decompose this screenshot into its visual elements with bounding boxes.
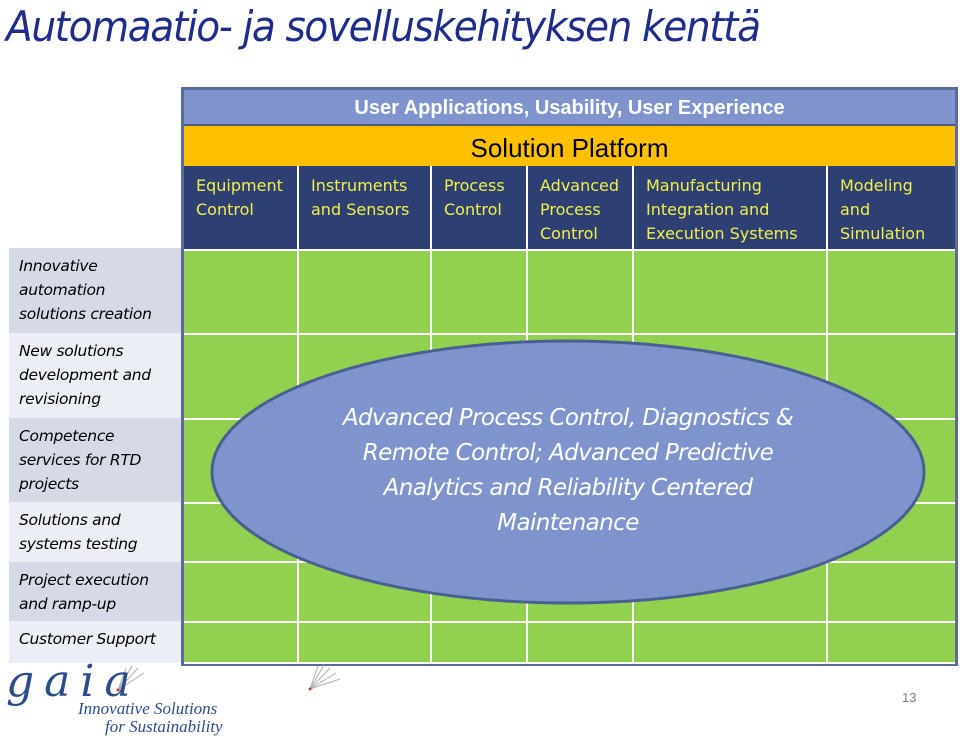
logo-tagline-line: Innovative Solutions (78, 699, 218, 718)
solution-platform-band: Solution Platform (184, 124, 955, 166)
column-header-line: and (840, 200, 871, 219)
column-header-line: Advanced (540, 176, 620, 195)
column-header-equipment-control: Equipment Control (184, 166, 299, 251)
column-header-line: Process (540, 200, 601, 219)
row-label-line: services for RTD (19, 451, 142, 469)
row-label-line: Customer Support (19, 630, 156, 648)
focus-area-ellipse: Advanced Process Control, Diagnostics & … (209, 339, 927, 605)
column-header-line: Equipment (196, 176, 283, 195)
column-header-line: Instruments (311, 176, 408, 195)
row-label-line: development and (19, 366, 151, 384)
row-label-line: and ramp-up (19, 595, 116, 613)
column-header-line: Integration and (646, 200, 770, 219)
logo-tagline-line: for Sustainability (105, 717, 223, 736)
column-header-advanced-process-control: Advanced Process Control (528, 166, 634, 251)
row-label-competence-services: Competence services for RTD projects (9, 418, 181, 502)
row-label-solutions-testing: Solutions and systems testing (9, 502, 181, 562)
row-label-line: Innovative (19, 257, 98, 275)
grid-line (184, 333, 955, 335)
row-label-line: New solutions (19, 342, 124, 360)
column-header-instruments-sensors: Instruments and Sensors (299, 166, 432, 251)
column-header-line: Control (540, 224, 598, 243)
row-label-line: solutions creation (19, 305, 152, 323)
grid-line (184, 249, 955, 251)
column-header-line: Execution Systems (646, 224, 798, 243)
row-label-line: Project execution (19, 571, 149, 589)
column-header-line: Modeling (840, 176, 913, 195)
column-header-line: Control (196, 200, 254, 219)
slide-title: Automaatio- ja sovelluskehityksen kenttä (6, 2, 761, 51)
focus-area-line: Maintenance (497, 510, 639, 536)
row-label-project-execution: Project execution and ramp-up (9, 562, 181, 621)
row-label-line: revisioning (19, 390, 101, 408)
column-header-process-control: Process Control (432, 166, 528, 251)
column-header-line: Process (444, 176, 505, 195)
row-label-innovative-automation: Innovative automation solutions creation (9, 248, 181, 333)
row-label-new-solutions: New solutions development and revisionin… (9, 333, 181, 418)
focus-area-line: Analytics and Reliability Centered (383, 475, 753, 501)
user-applications-band: User Applications, Usability, User Exper… (184, 90, 955, 124)
row-label-line: Competence (19, 427, 115, 445)
column-header-line: Control (444, 200, 502, 219)
grid-line (184, 621, 955, 623)
logo-tagline: Innovative Solutions for Sustainability (78, 700, 223, 736)
page-number: 13 (902, 690, 917, 705)
column-header-modeling-simulation: Modeling and Simulation (828, 166, 955, 251)
gaia-logo: gaia Innovative Solutions for Sustainabi… (6, 656, 223, 736)
focus-area-text: Advanced Process Control, Diagnostics & … (299, 401, 837, 541)
column-header-manufacturing-integration: Manufacturing Integration and Execution … (634, 166, 828, 251)
column-header-line: Simulation (840, 224, 926, 243)
row-label-line: projects (19, 475, 79, 493)
column-header-line: Manufacturing (646, 176, 762, 195)
focus-area-line: Remote Control; Advanced Predictive (362, 440, 774, 466)
column-header-line: and Sensors (311, 200, 410, 219)
decorative-burst-icon (308, 664, 341, 691)
row-label-line: Solutions and (19, 511, 121, 529)
focus-area-line: Advanced Process Control, Diagnostics & (342, 405, 794, 431)
row-label-line: systems testing (19, 535, 138, 553)
logo-wordmark: gaia (6, 656, 141, 707)
row-label-line: automation (19, 281, 106, 299)
